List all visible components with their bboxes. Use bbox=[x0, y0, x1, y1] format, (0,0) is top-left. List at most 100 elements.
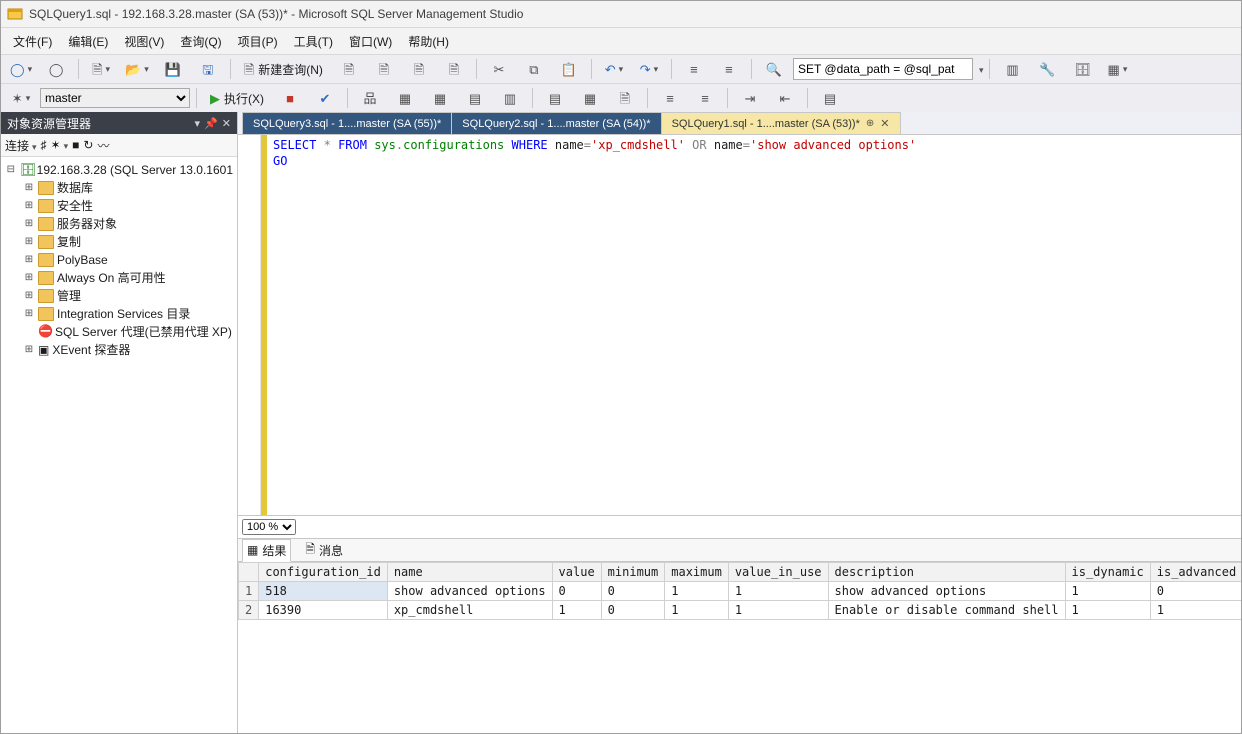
col-header[interactable]: configuration_id bbox=[259, 563, 388, 582]
heartbeat-icon[interactable]: 〰 bbox=[97, 137, 109, 154]
menu-project[interactable]: 项目(P) bbox=[230, 31, 286, 52]
cell[interactable]: xp_cmdshell bbox=[387, 601, 552, 620]
cell[interactable]: 1 bbox=[552, 601, 601, 620]
close-icon[interactable]: ✕ bbox=[880, 117, 889, 130]
panel-pin-icon[interactable]: 📌 bbox=[204, 117, 218, 130]
cell[interactable]: 1 bbox=[1065, 582, 1150, 601]
parse-button[interactable]: ✔ bbox=[309, 86, 341, 110]
actual-plan-button[interactable]: ▦ bbox=[389, 86, 421, 110]
database-select[interactable]: master bbox=[40, 88, 190, 108]
new-dmx-button[interactable]: 🗎 bbox=[403, 57, 435, 81]
redo-button[interactable]: ↷ bbox=[633, 57, 665, 81]
cell[interactable]: 0 bbox=[601, 601, 665, 620]
col-header[interactable]: name bbox=[387, 563, 552, 582]
col-header[interactable]: minimum bbox=[601, 563, 665, 582]
execute-button[interactable]: ▶执行(X) bbox=[203, 86, 271, 110]
new-mdx-button[interactable]: 🗎 bbox=[368, 57, 400, 81]
tree-node-server-objects[interactable]: ⊞服务器对象 bbox=[21, 215, 235, 233]
cell[interactable]: 1 bbox=[665, 601, 729, 620]
tree-node-integration-services[interactable]: ⊞Integration Services 目录 bbox=[21, 305, 235, 323]
results-grid[interactable]: configuration_id name value minimum maxi… bbox=[238, 562, 1241, 620]
menu-view[interactable]: 视图(V) bbox=[116, 31, 172, 52]
connect-dropdown[interactable]: 连接 bbox=[5, 137, 37, 154]
new-xmla-button[interactable]: 🗎 bbox=[438, 57, 470, 81]
zoom-select[interactable]: 100 % bbox=[242, 519, 296, 535]
cell[interactable]: show advanced options bbox=[387, 582, 552, 601]
cut-button[interactable]: ✂ bbox=[483, 57, 515, 81]
live-stats-button[interactable]: ▦ bbox=[424, 86, 456, 110]
tree-node-xevent[interactable]: ⊞▣XEvent 探查器 bbox=[21, 341, 235, 359]
cell[interactable]: 1 bbox=[728, 601, 828, 620]
outdent2-button[interactable]: ⇤ bbox=[769, 86, 801, 110]
outdent-button[interactable]: ≡ bbox=[713, 57, 745, 81]
menu-window[interactable]: 窗口(W) bbox=[341, 31, 400, 52]
col-header[interactable]: description bbox=[828, 563, 1065, 582]
panel-menu-icon[interactable]: ▾ bbox=[195, 117, 201, 130]
filter-icon[interactable]: ♯ bbox=[41, 138, 47, 152]
quick-find-dropdown[interactable] bbox=[976, 62, 984, 76]
menu-query[interactable]: 查询(Q) bbox=[172, 31, 229, 52]
client-stats-button[interactable]: ▤ bbox=[459, 86, 491, 110]
nav-fwd-button[interactable]: ◯ bbox=[40, 57, 72, 81]
tab-sqlquery1[interactable]: SQLQuery1.sql - 1....master (SA (53))*⊕✕ bbox=[661, 112, 901, 134]
stop-icon[interactable]: ■ bbox=[72, 138, 79, 152]
save-button[interactable]: 💾 bbox=[157, 57, 189, 81]
results-file-button[interactable]: 🗎 bbox=[609, 86, 641, 110]
cell[interactable]: show advanced options bbox=[828, 582, 1065, 601]
results-tab[interactable]: ▦结果 bbox=[242, 539, 291, 562]
cell[interactable]: 0 bbox=[1150, 582, 1241, 601]
cell[interactable]: 1 bbox=[1065, 601, 1150, 620]
undo-button[interactable]: ↶ bbox=[598, 57, 630, 81]
cell[interactable]: Enable or disable command shell bbox=[828, 601, 1065, 620]
tree-server-node[interactable]: ⊟ 🗄 192.168.3.28 (SQL Server 13.0.1601 bbox=[3, 161, 235, 179]
comment-button[interactable]: ≡ bbox=[654, 86, 686, 110]
results-text-button[interactable]: ▤ bbox=[539, 86, 571, 110]
results-grid-button[interactable]: ▦ bbox=[574, 86, 606, 110]
new-query-button[interactable]: 🗎新建查询(N) bbox=[237, 57, 330, 81]
cell[interactable]: 1 bbox=[665, 582, 729, 601]
menu-edit[interactable]: 编辑(E) bbox=[60, 31, 116, 52]
paste-button[interactable]: 📋 bbox=[553, 57, 585, 81]
table-row[interactable]: 2 16390 xp_cmdshell 1 0 1 1 Enable or di… bbox=[239, 601, 1242, 620]
layout-button[interactable]: ▦ bbox=[1101, 57, 1133, 81]
col-header[interactable]: value bbox=[552, 563, 601, 582]
col-header[interactable]: value_in_use bbox=[728, 563, 828, 582]
include-plan-button[interactable]: ▥ bbox=[494, 86, 526, 110]
tree-node-replication[interactable]: ⊞复制 bbox=[21, 233, 235, 251]
messages-tab[interactable]: 🗎消息 bbox=[301, 538, 347, 563]
cell[interactable]: 1 bbox=[1150, 601, 1241, 620]
new-analysis-button[interactable]: 🗎 bbox=[333, 57, 365, 81]
sql-editor[interactable]: SELECT * FROM sys.configurations WHERE n… bbox=[238, 135, 1241, 516]
indent2-button[interactable]: ⇥ bbox=[734, 86, 766, 110]
activity-monitor-button[interactable]: ▥ bbox=[996, 57, 1028, 81]
cell[interactable]: 518 bbox=[259, 582, 388, 601]
copy-button[interactable]: ⧉ bbox=[518, 57, 550, 81]
quick-find-input[interactable] bbox=[793, 58, 973, 80]
open-item-button[interactable]: 📂 bbox=[120, 57, 154, 81]
collapse-icon[interactable]: ⊟ bbox=[5, 161, 17, 179]
menu-tools[interactable]: 工具(T) bbox=[286, 31, 341, 52]
indent-button[interactable]: ≡ bbox=[678, 57, 710, 81]
cell[interactable]: 0 bbox=[552, 582, 601, 601]
menu-file[interactable]: 文件(F) bbox=[5, 31, 60, 52]
tree-node-management[interactable]: ⊞管理 bbox=[21, 287, 235, 305]
connection-options-button[interactable]: ✶ bbox=[5, 86, 37, 110]
cell[interactable]: 1 bbox=[728, 582, 828, 601]
sql-text[interactable]: SELECT * FROM sys.configurations WHERE n… bbox=[267, 135, 1241, 515]
tree-node-databases[interactable]: ⊞数据库 bbox=[21, 179, 235, 197]
tree-node-alwayson[interactable]: ⊞Always On 高可用性 bbox=[21, 269, 235, 287]
refresh-icon[interactable]: ↻ bbox=[83, 138, 93, 152]
tree-node-sql-agent[interactable]: ⛔SQL Server 代理(已禁用代理 XP) bbox=[21, 323, 235, 341]
tree-node-security[interactable]: ⊞安全性 bbox=[21, 197, 235, 215]
properties-button[interactable]: 🔧 bbox=[1031, 57, 1063, 81]
table-row[interactable]: 1 518 show advanced options 0 0 1 1 show… bbox=[239, 582, 1242, 601]
new-item-button[interactable]: 🗎 bbox=[85, 57, 117, 81]
cell[interactable]: 0 bbox=[601, 582, 665, 601]
tab-sqlquery3[interactable]: SQLQuery3.sql - 1....master (SA (55))* bbox=[242, 112, 452, 134]
nav-back-button[interactable]: ◯ bbox=[5, 57, 37, 81]
menu-help[interactable]: 帮助(H) bbox=[400, 31, 457, 52]
col-header[interactable]: is_advanced bbox=[1150, 563, 1241, 582]
disconnect-icon[interactable]: ✶ bbox=[51, 138, 69, 152]
specify-values-button[interactable]: ▤ bbox=[814, 86, 846, 110]
tree-node-polybase[interactable]: ⊞PolyBase bbox=[21, 251, 235, 269]
